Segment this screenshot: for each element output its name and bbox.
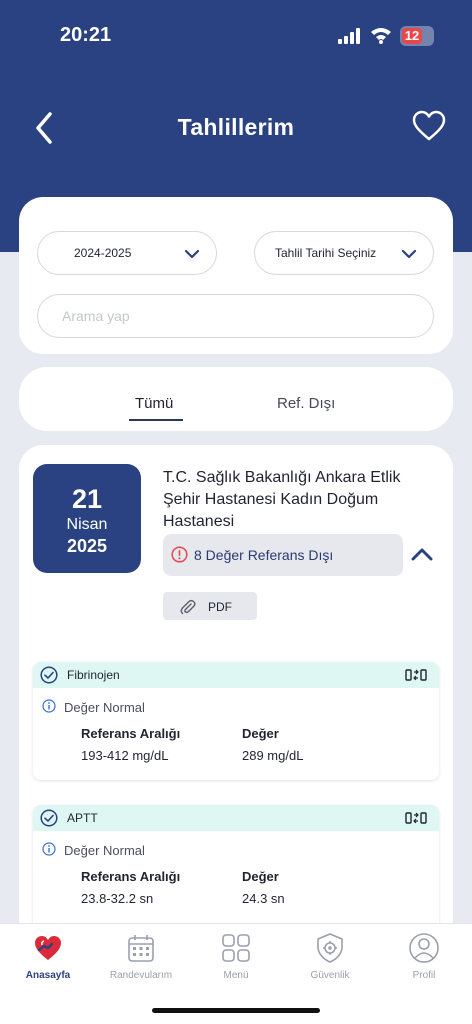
chevron-up-icon[interactable]: [411, 546, 433, 562]
grid-icon: [222, 934, 250, 962]
battery-level: 12: [402, 28, 422, 44]
home-indicator: [152, 1008, 320, 1013]
nav-item-profile[interactable]: Profil: [384, 932, 464, 981]
active-tab-indicator: [129, 419, 183, 421]
nav-item-appointments[interactable]: Randevularım: [101, 932, 181, 981]
pdf-label: PDF: [208, 600, 232, 614]
out-of-range-alert[interactable]: 8 Değer Referans Dışı: [163, 534, 403, 576]
chevron-down-icon: [401, 249, 417, 259]
test-value: 24.3 sn: [242, 891, 285, 906]
chevron-down-icon: [184, 249, 200, 259]
shield-gear-icon: [317, 933, 343, 963]
value-label: Değer: [242, 869, 279, 884]
page-title: Tahlillerim: [177, 114, 295, 140]
nav-item-home[interactable]: Anasayfa: [8, 932, 88, 981]
nav-item-security[interactable]: Güvenlik: [290, 932, 370, 981]
test-header: APTT: [33, 805, 439, 831]
test-name: APTT: [67, 811, 98, 825]
status-bar: 20:21 12: [0, 22, 472, 50]
date-day: 21: [71, 484, 103, 514]
tab-out-of-range-label: Ref. Dışı: [277, 395, 336, 412]
signal-icon: [338, 28, 360, 44]
date-year: 2025: [66, 536, 108, 556]
user-icon: [409, 933, 439, 963]
paperclip-icon: [180, 599, 196, 615]
reference-range-value: 23.8-32.2 sn: [81, 891, 154, 906]
value-label: Değer: [242, 726, 279, 741]
out-of-range-text: 8 Değer Referans Dışı: [194, 547, 334, 563]
compare-icon[interactable]: [405, 668, 427, 682]
tabs-card: Tümü Ref. Dışı: [19, 367, 453, 431]
test-header: Fibrinojen: [33, 662, 439, 688]
date-month: Nisan: [66, 516, 108, 533]
test-status: Değer Normal: [64, 843, 145, 858]
result-card: 21 Nisan 2025 T.C. Sağlık Bakanlığı Anka…: [19, 445, 453, 945]
test-value: 289 mg/dL: [242, 748, 304, 763]
info-circle-icon: [42, 842, 56, 856]
tab-out-of-range[interactable]: Ref. Dışı: [277, 395, 335, 412]
status-time: 20:21: [60, 24, 112, 46]
compare-icon[interactable]: [405, 811, 427, 825]
reference-range-label: Referans Aralığı: [81, 869, 181, 884]
nav-label: Güvenlik: [310, 970, 350, 981]
pdf-button[interactable]: PDF: [163, 592, 257, 620]
year-select[interactable]: 2024-2025: [37, 231, 217, 275]
nav-bar: Tahlillerim: [0, 108, 472, 148]
filter-card: 2024-2025 Tahlil Tarihi Seçiniz: [19, 197, 453, 354]
warning-circle-icon: [171, 546, 188, 563]
tab-all-label: Tümü: [135, 395, 174, 412]
test-name: Fibrinojen: [67, 668, 120, 682]
nav-label: Menü: [223, 970, 249, 981]
date-select[interactable]: Tahlil Tarihi Seçiniz: [254, 231, 434, 275]
search-input[interactable]: [62, 295, 412, 337]
test-item[interactable]: Fibrinojen Değer Normal Referans Aralığı…: [33, 662, 439, 780]
wifi-icon: [371, 28, 391, 44]
test-status: Değer Normal: [64, 700, 145, 715]
nav-label: Anasayfa: [25, 970, 71, 981]
tab-all[interactable]: Tümü: [129, 395, 183, 421]
heart-hand-icon: [35, 936, 61, 960]
hospital-name: T.C. Sağlık Bakanlığı Ankara Etlik Şehir…: [163, 469, 401, 530]
nav-label: Profil: [412, 970, 436, 981]
date-badge: 21 Nisan 2025: [33, 464, 141, 573]
search-field[interactable]: [37, 294, 434, 338]
calendar-icon: [128, 935, 154, 962]
nav-label: Randevularım: [109, 970, 173, 981]
info-circle-icon: [42, 699, 56, 713]
favorite-heart-icon[interactable]: [412, 110, 446, 142]
check-circle-icon: [40, 666, 58, 684]
check-circle-icon: [40, 809, 58, 827]
reference-range-value: 193-412 mg/dL: [81, 748, 169, 763]
nav-item-menu[interactable]: Menü: [196, 932, 276, 981]
reference-range-label: Referans Aralığı: [81, 726, 181, 741]
battery-icon: 12: [400, 26, 434, 46]
